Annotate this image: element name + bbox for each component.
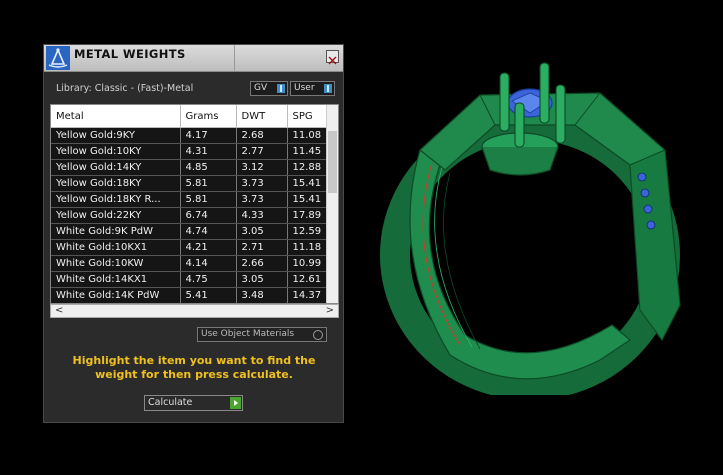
radio-icon[interactable] [313,330,323,340]
table-row[interactable]: White Gold:9K PdW 4.74 3.05 12.59 [51,223,328,240]
table-cell[interactable]: Yellow Gold:22KY [51,207,181,224]
table-cell[interactable]: 15.41 [287,191,328,208]
metal-weights-panel: METAL WEIGHTS Library: Classic - (Fast)-… [43,44,344,423]
table-row[interactable]: White Gold:10KW 4.14 2.66 10.99 [51,255,328,272]
table-cell[interactable]: White Gold:14K PdW [51,287,181,303]
table-cell[interactable]: 4.14 [180,255,237,272]
calculate-button[interactable]: Calculate [144,395,243,411]
table-cell[interactable]: Yellow Gold:14KY [51,159,181,176]
table-cell[interactable]: 2.68 [236,127,288,144]
table-cell[interactable]: 3.05 [236,271,288,288]
table-cell[interactable]: White Gold:14KX1 [51,271,181,288]
table-cell[interactable]: Yellow Gold:18KY R... [51,191,181,208]
table-cell[interactable]: 4.33 [236,207,288,224]
table-cell[interactable]: 12.61 [287,271,328,288]
table-row[interactable]: Yellow Gold:22KY 6.74 4.33 17.89 [51,207,328,224]
user-toggle-label: User [294,83,315,93]
table-cell[interactable]: Yellow Gold:18KY [51,175,181,192]
table-cell[interactable]: 11.18 [287,239,328,256]
use-object-materials-option[interactable]: Use Object Materials [197,327,327,342]
table-row[interactable]: Yellow Gold:9KY 4.17 2.68 11.08 [51,127,328,144]
table-cell[interactable]: 4.17 [180,127,237,144]
table-cell[interactable]: 3.73 [236,191,288,208]
table-cell[interactable]: 4.85 [180,159,237,176]
use-object-materials-label: Use Object Materials [201,329,295,339]
play-arrow-icon [230,397,241,409]
table-cell[interactable]: 5.81 [180,175,237,192]
table-row[interactable]: Yellow Gold:10KY 4.31 2.77 11.45 [51,143,328,160]
toggle-indicator-icon [324,84,332,93]
table-cell[interactable]: 4.74 [180,223,237,240]
table-row[interactable]: Yellow Gold:18KY 5.81 3.73 15.41 [51,175,328,192]
table-cell[interactable]: Yellow Gold:10KY [51,143,181,160]
table-cell[interactable]: 12.59 [287,223,328,240]
table-cell[interactable]: 11.45 [287,143,328,160]
table-cell[interactable]: White Gold:10KX1 [51,239,181,256]
calculate-label: Calculate [148,397,193,408]
title-bar[interactable]: METAL WEIGHTS [44,45,343,72]
column-header[interactable]: Grams [180,105,237,128]
table-cell[interactable]: 10.99 [287,255,328,272]
table-cell[interactable]: 12.88 [287,159,328,176]
table-cell[interactable]: 3.12 [236,159,288,176]
gv-toggle[interactable]: GV [250,81,288,96]
vertical-scrollbar[interactable] [326,105,338,303]
title-divider [234,45,235,71]
horizontal-scrollbar[interactable]: < > [50,304,339,318]
table-cell[interactable]: Yellow Gold:9KY [51,127,181,144]
table-cell[interactable]: 14.37 [287,287,328,303]
scale-icon [46,46,70,70]
table-row[interactable]: White Gold:14KX1 4.75 3.05 12.61 [51,271,328,288]
library-label: Library: Classic - (Fast)-Metal [56,83,194,94]
table-cell[interactable]: 2.77 [236,143,288,160]
table-row[interactable]: White Gold:10KX1 4.21 2.71 11.18 [51,239,328,256]
table-cell[interactable]: White Gold:9K PdW [51,223,181,240]
table-row[interactable]: White Gold:14K PdW 5.41 3.48 14.37 [51,287,328,303]
ring-3d-model[interactable] [380,55,692,395]
toggle-indicator-icon [277,84,285,93]
close-icon [328,56,337,65]
table-cell[interactable]: 5.81 [180,191,237,208]
table-cell[interactable]: 4.31 [180,143,237,160]
table-row[interactable]: Yellow Gold:14KY 4.85 3.12 12.88 [51,159,328,176]
scroll-left-icon[interactable]: < [55,305,63,317]
table-cell[interactable]: 2.71 [236,239,288,256]
column-header[interactable]: DWT [236,105,288,128]
table-cell[interactable]: 17.89 [287,207,328,224]
gv-toggle-label: GV [254,83,268,93]
close-button[interactable] [326,50,339,65]
table-cell[interactable]: 4.75 [180,271,237,288]
table-cell[interactable]: 3.05 [236,223,288,240]
table-cell[interactable]: 4.21 [180,239,237,256]
table-cell[interactable]: 3.48 [236,287,288,303]
column-header[interactable]: SPG [287,105,328,128]
table-cell[interactable]: 5.41 [180,287,237,303]
table-cell[interactable]: 2.66 [236,255,288,272]
scroll-right-icon[interactable]: > [326,305,334,317]
panel-title: METAL WEIGHTS [74,47,186,61]
table-cell[interactable]: 15.41 [287,175,328,192]
column-header[interactable]: Metal [51,105,181,128]
table-cell[interactable]: 6.74 [180,207,237,224]
table-header-row: Metal Grams DWT SPG [51,105,328,128]
instruction-text: Highlight the item you want to find the … [72,354,316,381]
table-row[interactable]: Yellow Gold:18KY R... 5.81 3.73 15.41 [51,191,328,208]
table-cell[interactable]: White Gold:10KW [51,255,181,272]
table-cell[interactable]: 3.73 [236,175,288,192]
user-toggle[interactable]: User [290,81,335,96]
metal-table[interactable]: Metal Grams DWT SPG Yellow Gold:9KY 4.17 2… [50,104,339,304]
table-cell[interactable]: 11.08 [287,127,328,144]
scrollbar-thumb[interactable] [328,131,337,193]
